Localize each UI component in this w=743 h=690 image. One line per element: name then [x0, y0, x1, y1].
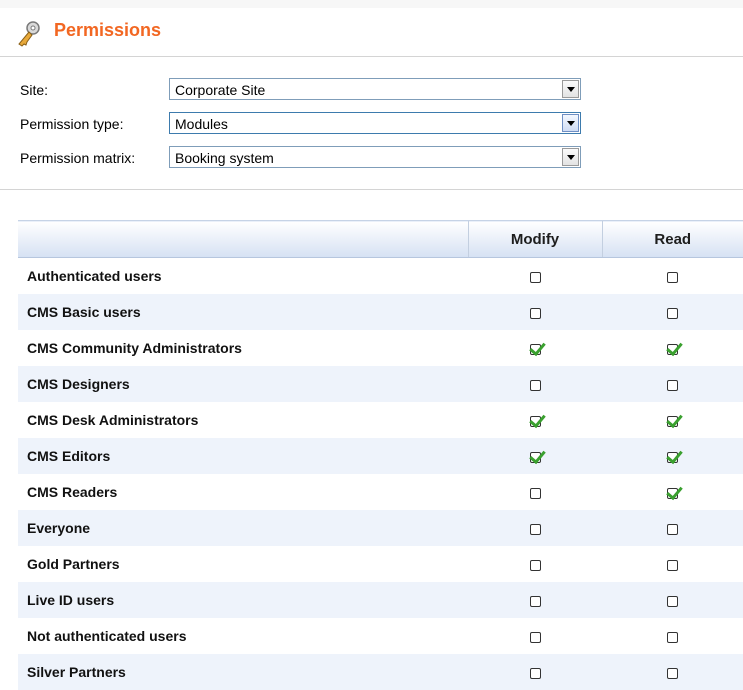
role-name: CMS Editors	[18, 438, 468, 474]
permission-type-label: Permission type:	[20, 116, 124, 132]
read-cell	[602, 402, 743, 438]
site-row: Site: Corporate Site	[20, 78, 590, 104]
modify-permission-checkbox[interactable]	[529, 379, 541, 391]
permission-matrix-dropdown-chevron-icon[interactable]	[562, 148, 579, 166]
modify-permission-checkbox[interactable]	[529, 487, 541, 499]
permission-matrix-select-value: Booking system	[175, 150, 274, 166]
table-row: CMS Community Administrators	[18, 330, 743, 366]
modify-cell	[468, 330, 602, 366]
permission-type-dropdown-chevron-icon[interactable]	[562, 114, 579, 132]
page-header: Permissions	[0, 8, 743, 57]
role-name: CMS Readers	[27, 484, 118, 500]
site-select-value: Corporate Site	[175, 82, 266, 98]
modify-permission-checkbox[interactable]	[529, 559, 541, 571]
read-cell	[602, 438, 743, 474]
column-header-read[interactable]: Read	[601, 220, 743, 258]
read-permission-checkbox[interactable]	[667, 379, 678, 391]
role-name: Live ID users	[18, 582, 468, 618]
table-row: CMS Editors	[18, 438, 743, 474]
table-row: Not authenticated users	[18, 618, 743, 654]
permission-matrix-label: Permission matrix:	[20, 150, 136, 166]
read-permission-checkbox[interactable]	[667, 667, 678, 679]
section-divider	[0, 189, 743, 190]
modify-cell	[468, 258, 602, 295]
read-cell	[602, 510, 743, 546]
read-permission-checkbox[interactable]	[667, 307, 678, 319]
role-name: CMS Designers	[18, 366, 468, 402]
read-permission-checkbox[interactable]	[667, 343, 678, 355]
table-row: Everyone	[18, 510, 743, 546]
read-cell	[602, 294, 743, 330]
read-permission-checkbox[interactable]	[667, 451, 678, 463]
read-permission-checkbox[interactable]	[667, 523, 678, 535]
read-permission-checkbox[interactable]	[667, 631, 678, 643]
read-permission-checkbox[interactable]	[667, 487, 678, 499]
table-row: Authenticated users	[18, 258, 743, 295]
read-permission-checkbox[interactable]	[667, 595, 678, 607]
read-permission-checkbox[interactable]	[667, 559, 678, 571]
modify-permission-checkbox[interactable]	[529, 451, 541, 463]
modify-permission-checkbox[interactable]	[529, 415, 541, 427]
modify-cell	[468, 474, 602, 510]
modify-permission-checkbox[interactable]	[529, 631, 541, 643]
modify-cell	[468, 438, 602, 474]
column-header-role	[18, 220, 468, 258]
page-title: Permissions	[54, 20, 162, 40]
read-permission-checkbox[interactable]	[667, 415, 678, 427]
top-strip	[0, 0, 743, 8]
table-row: CMS Designers	[18, 366, 743, 402]
read-cell	[602, 258, 743, 295]
table-row: Live ID users	[18, 582, 743, 618]
site-dropdown-chevron-icon[interactable]	[562, 80, 579, 98]
read-cell	[602, 330, 743, 366]
role-name: Authenticated users	[27, 268, 162, 284]
permission-type-row: Permission type: Modules	[20, 112, 590, 138]
read-cell	[602, 474, 743, 510]
role-name: CMS Desk Administrators	[27, 412, 199, 428]
read-cell	[602, 546, 743, 582]
modify-cell	[468, 582, 602, 618]
column-header-modify[interactable]: Modify	[467, 220, 602, 258]
modify-permission-checkbox[interactable]	[529, 667, 541, 679]
permission-matrix-select[interactable]: Booking system	[169, 146, 581, 168]
site-select[interactable]: Corporate Site	[169, 78, 581, 100]
read-permission-checkbox[interactable]	[667, 271, 678, 283]
modify-cell	[468, 402, 602, 438]
role-name: Everyone	[18, 510, 468, 546]
read-cell	[602, 582, 743, 618]
modify-cell	[468, 510, 602, 546]
read-cell	[602, 618, 743, 654]
permission-type-select[interactable]: Modules	[169, 112, 581, 134]
modify-permission-checkbox[interactable]	[529, 307, 541, 319]
table-row: Gold Partners	[18, 546, 743, 582]
role-name: Not authenticated users	[27, 628, 187, 644]
modify-permission-checkbox[interactable]	[529, 595, 541, 607]
permissions-matrix-table: Modify Read Authenticated users CMS Basic…	[18, 220, 743, 690]
modify-cell	[468, 618, 602, 654]
modify-cell	[468, 294, 602, 330]
site-label: Site:	[20, 82, 49, 98]
modify-cell	[468, 546, 602, 582]
role-name: CMS Basic users	[18, 294, 468, 330]
role-name: CMS Community Administrators	[27, 340, 242, 356]
modify-permission-checkbox[interactable]	[529, 523, 541, 535]
table-row: CMS Basic users	[18, 294, 743, 330]
permission-matrix-row: Permission matrix: Booking system	[20, 146, 590, 172]
table-row: CMS Readers	[18, 474, 743, 510]
permission-type-select-value: Modules	[175, 116, 228, 132]
modify-permission-checkbox[interactable]	[529, 271, 541, 283]
key-icon	[14, 20, 44, 48]
modify-permission-checkbox[interactable]	[529, 343, 541, 355]
role-name: Gold Partners	[27, 556, 120, 572]
table-row: CMS Desk Administrators	[18, 402, 743, 438]
read-cell	[602, 366, 743, 402]
table-header-row: Modify Read	[18, 220, 743, 258]
modify-cell	[468, 366, 602, 402]
